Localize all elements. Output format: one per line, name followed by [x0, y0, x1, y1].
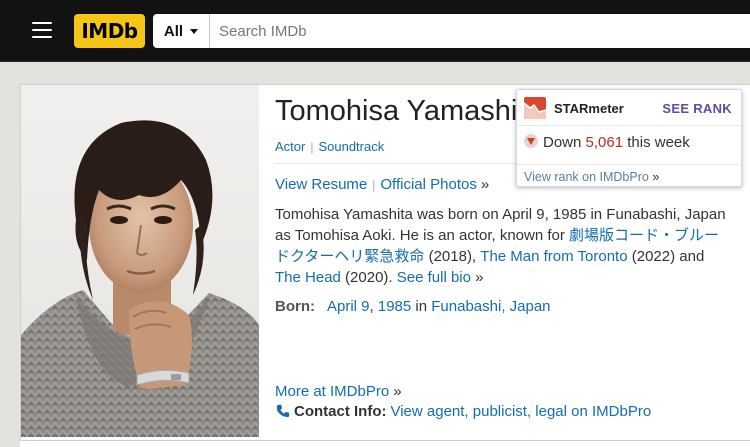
menu-icon[interactable]: [32, 22, 52, 38]
see-full-bio-link[interactable]: See full bio: [397, 269, 471, 286]
starmeter-header: STARmeter SEE RANK: [517, 90, 741, 126]
imdb-logo[interactable]: IMDb: [74, 14, 145, 48]
job-soundtrack-link[interactable]: Soundtrack: [318, 139, 384, 154]
raquo: »: [652, 170, 660, 184]
person-name: Tomohisa Yamashita: [275, 95, 542, 127]
search-input[interactable]: [210, 14, 750, 48]
search-bar: All: [153, 14, 750, 48]
starmeter-widget: STARmeter SEE RANK Down 5,061 this week …: [516, 89, 742, 187]
search-category-select[interactable]: All: [153, 14, 210, 48]
official-photos-link[interactable]: Official Photos: [380, 176, 476, 193]
job-categories: Actor | Soundtrack: [275, 139, 384, 154]
view-rank-imdbpro-link[interactable]: View rank on IMDbPro: [524, 170, 649, 184]
film-link-man-from-toronto[interactable]: The Man from Toronto: [480, 248, 627, 265]
bio-year: (2020).: [340, 269, 397, 286]
bio-summary: Tomohisa Yamashita was born on April 9, …: [275, 204, 734, 288]
bio-year: (2018),: [424, 248, 481, 265]
born-info: Born: April 9, 1985 in Funabashi, Japan: [275, 298, 551, 315]
see-rank-link[interactable]: SEE RANK: [662, 101, 732, 116]
film-link-the-head[interactable]: The Head: [275, 269, 341, 286]
contact-info-link[interactable]: View agent, publicist, legal on IMDbPro: [390, 403, 651, 420]
contact-info: Contact Info: View agent, publicist, lega…: [275, 403, 651, 420]
top-nav-bar: IMDb All: [0, 0, 750, 62]
raquo: »: [480, 176, 490, 193]
view-resume-link[interactable]: View Resume: [275, 176, 367, 193]
search-category-label: All: [163, 22, 184, 40]
next-section-edge: [20, 440, 750, 447]
rank-period: this week: [627, 134, 690, 151]
born-in: in: [411, 298, 432, 315]
born-comma: ,: [369, 298, 378, 315]
caret-down-icon: [190, 28, 199, 34]
job-actor-link[interactable]: Actor: [275, 139, 305, 154]
person-photo[interactable]: [21, 85, 259, 437]
separator: |: [372, 178, 376, 192]
birth-date-link[interactable]: April 9: [327, 298, 370, 315]
down-arrow-icon: [524, 134, 538, 148]
rank-direction: Down: [543, 134, 582, 151]
birth-place-link[interactable]: Funabashi, Japan: [431, 298, 550, 315]
contact-info-label: Contact Info:: [294, 403, 387, 420]
raquo: »: [470, 269, 484, 286]
raquo: »: [393, 383, 402, 400]
resume-photos-links: View Resume | Official Photos»: [275, 176, 489, 193]
rank-change: 5,061: [585, 134, 624, 151]
bio-year: (2022) and: [627, 248, 705, 265]
starmeter-icon: [524, 97, 546, 119]
starmeter-footer: View rank on IMDbPro »: [517, 164, 741, 188]
born-label: Born:: [275, 298, 315, 315]
person-photo-image: [21, 85, 259, 437]
more-at-imdbpro-link[interactable]: More at IMDbPro: [275, 383, 389, 400]
starmeter-change: Down 5,061 this week: [524, 134, 690, 151]
starmeter-title: STARmeter: [554, 101, 624, 116]
separator: |: [310, 140, 314, 154]
phone-icon: [276, 404, 290, 418]
birth-year-link[interactable]: 1985: [378, 298, 411, 315]
more-at-imdbpro: More at IMDbPro»: [275, 383, 402, 400]
